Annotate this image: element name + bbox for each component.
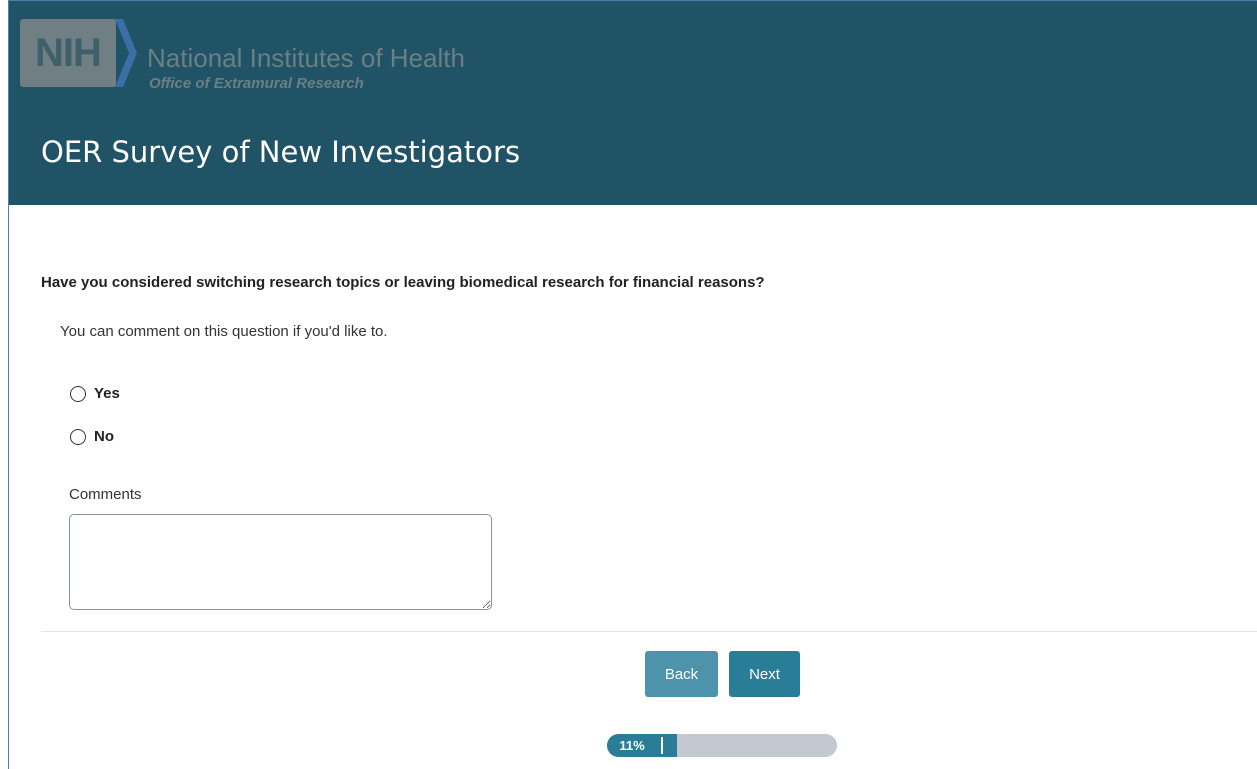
page-title: OER Survey of New Investigators	[41, 135, 521, 169]
option-no[interactable]: No	[70, 428, 114, 445]
option-yes[interactable]: Yes	[70, 385, 120, 402]
radio-no[interactable]	[70, 428, 86, 445]
question-help-text: You can comment on this question if you'…	[60, 323, 388, 340]
nih-logo-text: NIH	[35, 31, 102, 75]
org-subtitle: Office of Extramural Research	[149, 75, 364, 92]
divider	[41, 631, 1257, 632]
question-text: Have you considered switching research t…	[41, 274, 765, 291]
nih-logo: NIH	[20, 19, 116, 87]
next-button[interactable]: Next	[729, 651, 800, 697]
back-button[interactable]: Back	[645, 651, 718, 697]
progress-divider-tick	[661, 737, 663, 754]
comments-textarea[interactable]	[69, 514, 492, 610]
progress-label: 11%	[619, 738, 645, 753]
comments-label: Comments	[69, 486, 142, 503]
option-yes-label: Yes	[94, 385, 120, 402]
nih-chevron-icon	[115, 19, 137, 87]
progress-bar: 11%	[607, 734, 837, 757]
org-name: National Institutes of Health	[147, 43, 465, 73]
radio-yes[interactable]	[70, 385, 86, 402]
option-no-label: No	[94, 428, 114, 445]
survey-page: NIH National Institutes of Health Office…	[8, 0, 1257, 769]
header-banner: NIH National Institutes of Health Office…	[9, 1, 1257, 205]
